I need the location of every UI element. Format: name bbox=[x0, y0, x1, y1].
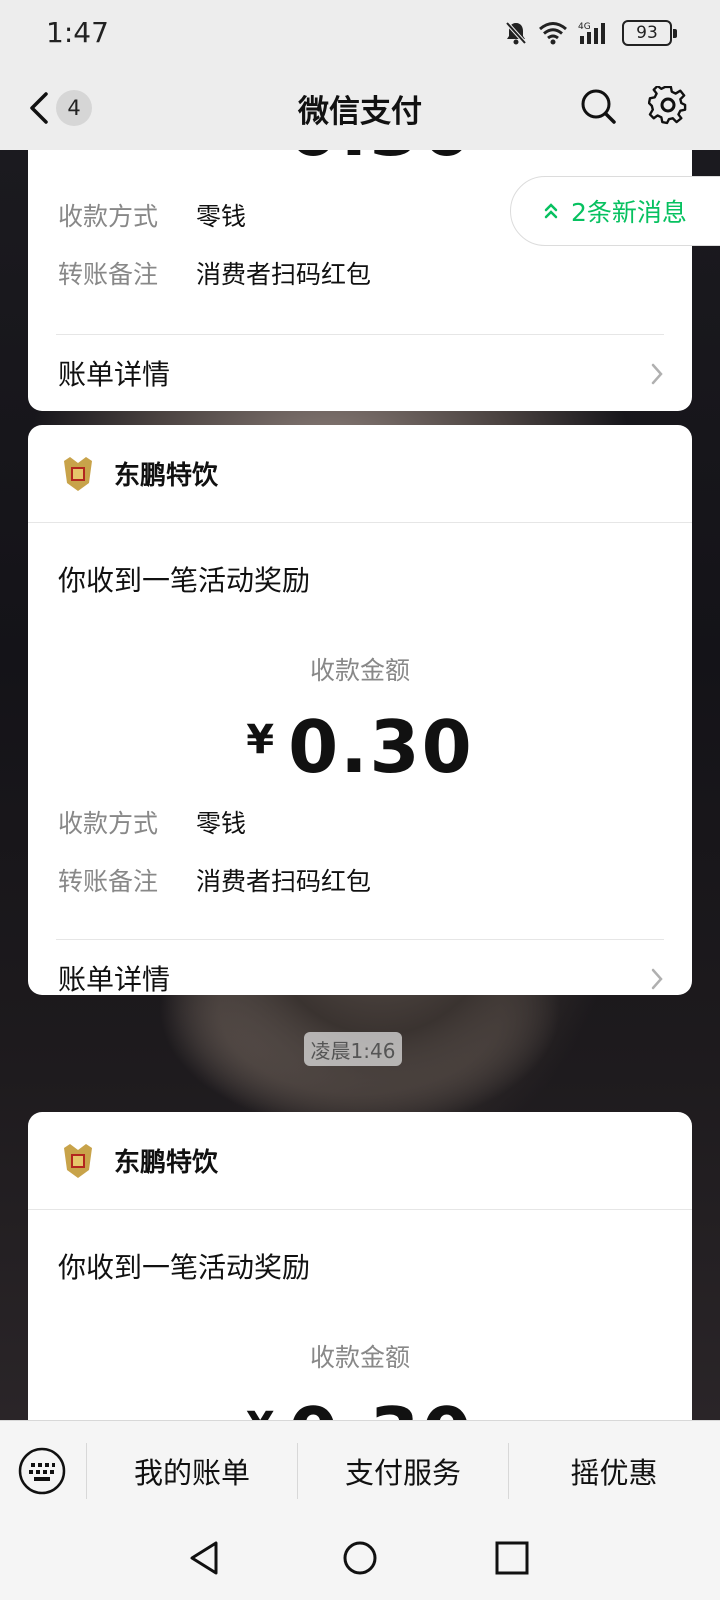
card-header: 东鹏特饮 bbox=[28, 1112, 692, 1210]
amount-row: ¥0.30 bbox=[28, 709, 692, 785]
search-icon[interactable] bbox=[578, 86, 618, 126]
chevron-right-icon bbox=[651, 363, 663, 385]
payment-method-row: 收款方式 零钱 bbox=[28, 793, 692, 851]
gear-icon[interactable] bbox=[648, 86, 688, 126]
transfer-note-label: 转账备注 bbox=[58, 260, 159, 289]
transfer-note-row: 转账备注 消费者扫码红包 bbox=[28, 244, 692, 302]
bottom-menu: 我的账单 支付服务 摇优惠 bbox=[0, 1420, 720, 1520]
merchant-logo-icon bbox=[64, 456, 92, 491]
transfer-note-value: 消费者扫码红包 bbox=[196, 260, 372, 289]
menu-payment-services[interactable]: 支付服务 bbox=[298, 1443, 508, 1499]
amount-label: 收款金额 bbox=[309, 1343, 410, 1372]
payment-method-label: 收款方式 bbox=[58, 809, 159, 838]
currency-symbol: ¥ bbox=[246, 717, 275, 763]
amount-value: 0.30 bbox=[288, 150, 474, 172]
menu-shake-deals[interactable]: 摇优惠 bbox=[509, 1443, 719, 1499]
keyboard-icon[interactable] bbox=[18, 1447, 66, 1495]
status-icons: 4G 93 bbox=[504, 18, 677, 48]
system-back-icon[interactable] bbox=[186, 1538, 226, 1578]
currency-symbol: ¥ bbox=[246, 1404, 274, 1420]
chevron-right-icon bbox=[651, 968, 663, 990]
system-home-icon[interactable] bbox=[340, 1538, 380, 1578]
amount-value: 0.30 bbox=[288, 705, 474, 789]
battery-indicator: 93 bbox=[622, 20, 677, 46]
bill-detail-label: 账单详情 bbox=[58, 358, 171, 391]
message-timestamp: 凌晨1:46 bbox=[304, 1032, 402, 1066]
payment-card[interactable]: 东鹏特饮 你收到一笔活动奖励 收款金额 ¥0.30 收款方式 零钱 转账备注 消… bbox=[28, 425, 692, 995]
amount-label: 收款金额 bbox=[309, 656, 410, 685]
signal-icon: 4G bbox=[578, 22, 605, 44]
nav-bar: 4 微信支付 bbox=[0, 66, 720, 150]
payment-method-value: 零钱 bbox=[196, 202, 247, 231]
card-message: 你收到一笔活动奖励 bbox=[58, 1251, 311, 1284]
card-header: 东鹏特饮 bbox=[28, 425, 692, 523]
status-time: 1:47 bbox=[46, 16, 109, 49]
mute-notification-icon bbox=[505, 21, 527, 45]
payment-method-label: 收款方式 bbox=[58, 202, 159, 231]
payment-card[interactable]: 东鹏特饮 你收到一笔活动奖励 收款金额 ¥0.30 bbox=[28, 1112, 692, 1420]
merchant-logo-icon bbox=[64, 1143, 92, 1178]
bill-detail-link[interactable]: 账单详情 bbox=[28, 335, 692, 411]
amount-row: ¥0.30 bbox=[28, 1396, 692, 1420]
double-chevron-up-icon bbox=[544, 203, 558, 219]
wifi-icon bbox=[539, 22, 567, 45]
merchant-name: 东鹏特饮 bbox=[114, 1148, 219, 1178]
bill-detail-label: 账单详情 bbox=[58, 963, 171, 995]
svg-text:4G: 4G bbox=[578, 22, 591, 32]
system-recents-icon[interactable] bbox=[492, 1538, 532, 1578]
bill-detail-link[interactable]: 账单详情 bbox=[28, 940, 692, 995]
card-message: 你收到一笔活动奖励 bbox=[58, 564, 311, 597]
payment-method-value: 零钱 bbox=[196, 809, 247, 838]
menu-my-bills[interactable]: 我的账单 bbox=[87, 1443, 297, 1499]
transfer-note-label: 转账备注 bbox=[58, 867, 159, 896]
system-navigation-bar bbox=[0, 1520, 720, 1600]
transfer-note-value: 消费者扫码红包 bbox=[196, 867, 372, 896]
chat-area[interactable]: ¥0.30 收款方式 零钱 转账备注 消费者扫码红包 账单详情 2条新消息 bbox=[0, 150, 720, 1420]
merchant-name: 东鹏特饮 bbox=[114, 461, 219, 491]
new-messages-label: 2条新消息 bbox=[571, 198, 687, 227]
amount-value: 0.30 bbox=[288, 1392, 474, 1420]
new-messages-button[interactable]: 2条新消息 bbox=[510, 176, 720, 246]
transfer-note-row: 转账备注 消费者扫码红包 bbox=[28, 851, 692, 909]
status-bar: 1:47 4G 93 bbox=[0, 0, 720, 66]
